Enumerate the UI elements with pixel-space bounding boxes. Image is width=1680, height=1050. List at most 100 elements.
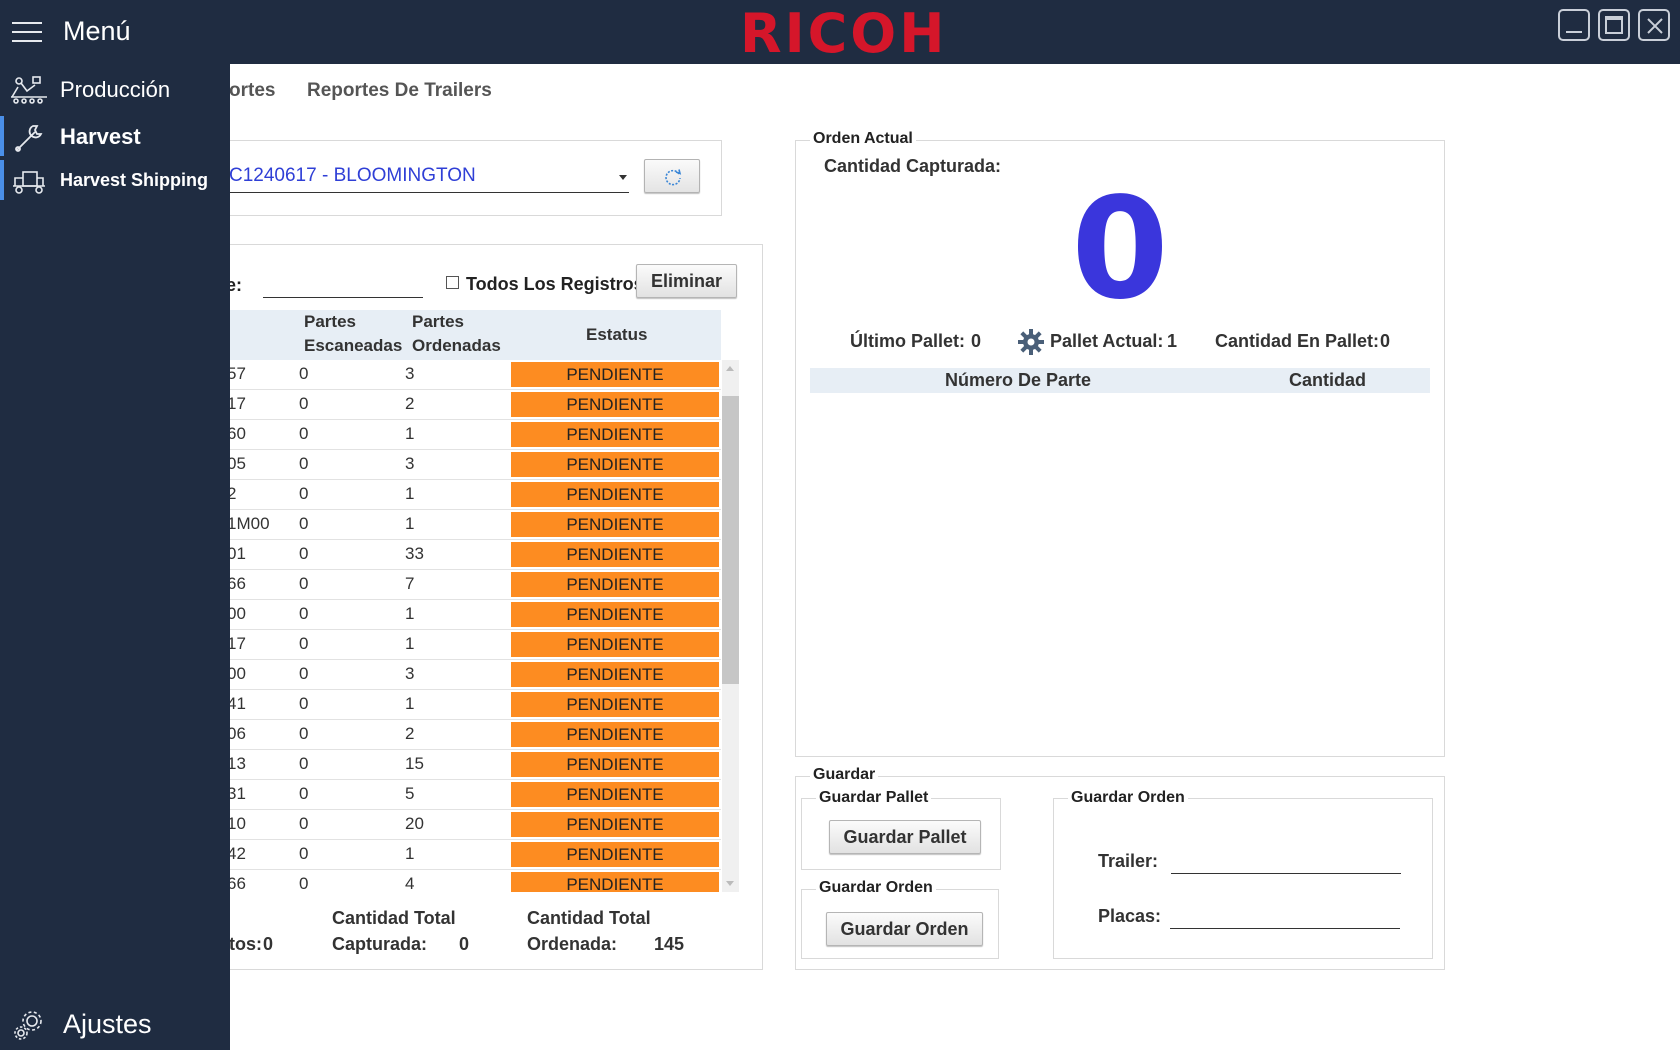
ordered-total-label-1: Cantidad Total <box>527 908 651 928</box>
maximize-icon[interactable] <box>1598 9 1630 41</box>
status-badge: PENDIENTE <box>511 362 719 387</box>
cell-ordered: 33 <box>405 544 424 563</box>
cell-scanned: 0 <box>299 844 309 863</box>
refresh-icon <box>665 169 682 186</box>
cell-ordered: 4 <box>405 874 415 892</box>
status-badge: PENDIENTE <box>511 482 719 507</box>
cell-scanned: 0 <box>299 484 309 503</box>
scroll-down-icon[interactable] <box>726 881 734 886</box>
table-row[interactable]: 41 0 1 PENDIENTE <box>215 690 721 720</box>
status-badge: PENDIENTE <box>511 542 719 567</box>
table-row[interactable]: 42 0 1 PENDIENTE <box>215 840 721 870</box>
trailer-input[interactable] <box>1171 872 1401 874</box>
sidebar-item-label: Producción <box>60 77 171 102</box>
grid-scrollbar[interactable] <box>722 360 739 892</box>
settings-button[interactable]: Ajustes <box>0 1005 230 1045</box>
table-row[interactable]: 31 0 5 PENDIENTE <box>215 780 721 810</box>
header-status: Estatus <box>586 325 648 344</box>
order-selector-panel: C1240617 - BLOOMINGTON <box>200 140 722 216</box>
parts-grid-body: 57 0 3 PENDIENTE 17 0 2 PENDIENTE 60 0 1 PENDIENTE 0… <box>215 360 721 892</box>
cell-ordered: 20 <box>405 814 424 833</box>
order-dropdown[interactable]: C1240617 - BLOOMINGTON <box>229 165 629 193</box>
header-quantity: Cantidad <box>1289 370 1367 390</box>
cell-ordered: 3 <box>405 454 415 473</box>
cell-ordered: 3 <box>405 364 415 383</box>
sidebar-item-label: Harvest Shipping <box>60 170 209 190</box>
table-row[interactable]: 57 0 3 PENDIENTE <box>215 360 721 390</box>
table-row[interactable]: 2 0 1 PENDIENTE <box>215 480 721 510</box>
header-scanned-2: Escaneadas <box>304 336 403 355</box>
cell-scanned: 0 <box>299 874 309 892</box>
cell-scanned: 0 <box>299 724 309 743</box>
table-row[interactable]: 01 0 33 PENDIENTE <box>215 540 721 570</box>
cell-ordered: 2 <box>405 394 415 413</box>
records-label: tos: <box>229 934 262 954</box>
gear-icon[interactable] <box>1017 328 1045 356</box>
minimize-icon[interactable] <box>1558 9 1590 41</box>
table-row[interactable]: 66 0 4 PENDIENTE <box>215 870 721 892</box>
refresh-button[interactable] <box>644 159 700 193</box>
status-badge: PENDIENTE <box>511 512 719 537</box>
scroll-thumb[interactable] <box>722 396 739 684</box>
filter-input[interactable] <box>263 278 423 298</box>
close-icon[interactable] <box>1638 9 1670 41</box>
table-row[interactable]: 06 0 2 PENDIENTE <box>215 720 721 750</box>
captured-total-label-2: Capturada: <box>332 934 428 954</box>
plates-label: Placas: <box>1098 906 1162 926</box>
save-order-legend: Guardar Orden <box>816 879 936 897</box>
status-badge: PENDIENTE <box>511 392 719 417</box>
scroll-up-icon[interactable] <box>726 366 734 371</box>
cell-scanned: 0 <box>299 424 309 443</box>
sidebar-item-produccion[interactable]: Producción <box>0 69 230 109</box>
all-records-label: Todos Los Registros <box>466 274 644 294</box>
plates-input[interactable] <box>1170 927 1400 929</box>
cell-ordered: 2 <box>405 724 415 743</box>
all-records-checkbox[interactable] <box>446 276 459 289</box>
cell-ordered: 1 <box>405 634 415 653</box>
table-row[interactable]: 1M00 0 1 PENDIENTE <box>215 510 721 540</box>
cell-scanned: 0 <box>299 514 309 533</box>
table-row[interactable]: 17 0 2 PENDIENTE <box>215 390 721 420</box>
table-row[interactable]: 17 0 1 PENDIENTE <box>215 630 721 660</box>
cell-ordered: 1 <box>405 424 415 443</box>
gears-icon <box>14 1011 42 1040</box>
ordered-total-value: 145 <box>654 934 685 954</box>
cell-ordered: 1 <box>405 844 415 863</box>
status-badge: PENDIENTE <box>511 872 719 892</box>
pallet-quantity-value: 0 <box>1380 331 1391 351</box>
table-row[interactable]: 10 0 20 PENDIENTE <box>215 810 721 840</box>
cell-scanned: 0 <box>299 454 309 473</box>
ricoh-logo: RICOH <box>740 2 948 65</box>
table-row[interactable]: 05 0 3 PENDIENTE <box>215 450 721 480</box>
cell-ordered: 15 <box>405 754 424 773</box>
pallet-quantity-label: Cantidad En Pallet: <box>1215 331 1380 351</box>
ordered-total-label-2: Ordenada: <box>527 934 618 954</box>
save-order-button[interactable]: Guardar Orden <box>826 912 983 946</box>
cell-scanned: 0 <box>299 394 309 413</box>
current-order-legend: Orden Actual <box>810 130 916 148</box>
status-badge: PENDIENTE <box>511 692 719 717</box>
table-row[interactable]: 00 0 3 PENDIENTE <box>215 660 721 690</box>
menu-title: Menú <box>63 16 131 46</box>
status-badge: PENDIENTE <box>511 602 719 627</box>
save-pallet-button[interactable]: Guardar Pallet <box>829 820 981 854</box>
delete-button[interactable]: Eliminar <box>636 264 737 298</box>
table-row[interactable]: 13 0 15 PENDIENTE <box>215 750 721 780</box>
sidebar-item-harvest-shipping[interactable]: Harvest Shipping <box>0 160 230 200</box>
trailer-label: Trailer: <box>1098 851 1159 871</box>
table-row[interactable]: 66 0 7 PENDIENTE <box>215 570 721 600</box>
table-row[interactable]: 60 0 1 PENDIENTE <box>215 420 721 450</box>
hamburger-menu-icon[interactable] <box>12 22 42 42</box>
cell-ordered: 1 <box>405 514 415 533</box>
table-row[interactable]: 00 0 1 PENDIENTE <box>215 600 721 630</box>
cell-ordered: 1 <box>405 604 415 623</box>
order-dropdown-value: C1240617 - BLOOMINGTON <box>229 165 476 186</box>
records-value: 0 <box>263 934 274 954</box>
sidebar-item-harvest[interactable]: Harvest <box>0 116 230 156</box>
tab-reportes-trailers[interactable]: Reportes De Trailers <box>307 80 492 102</box>
status-badge: PENDIENTE <box>511 842 719 867</box>
parts-grid-header: e Partes Escaneadas Partes Ordenadas Est… <box>215 310 721 360</box>
header-ordered-2: Ordenadas <box>412 336 501 355</box>
tab-reportes[interactable]: ortes <box>229 80 275 102</box>
current-pallet-value: 1 <box>1167 331 1178 351</box>
